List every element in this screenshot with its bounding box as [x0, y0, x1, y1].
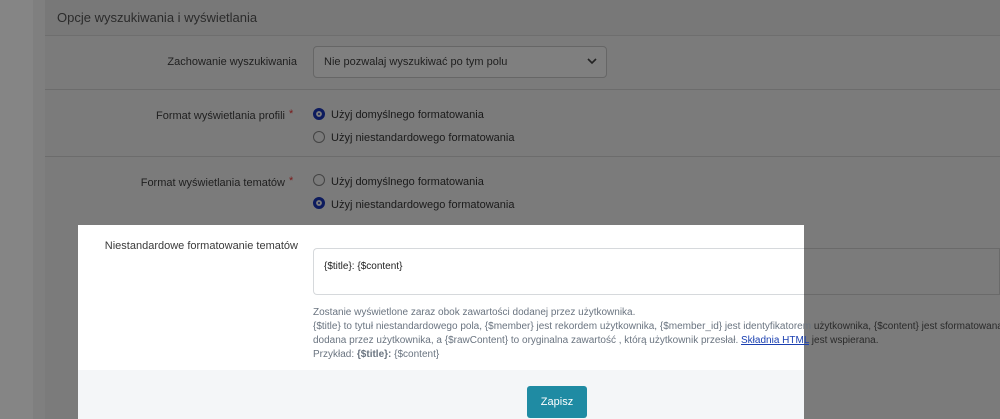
topic-format-required: *	[289, 175, 294, 187]
custom-topic-format-label: Niestandardowe formatowanie tematów	[104, 240, 298, 252]
profile-format-required: *	[289, 108, 294, 120]
form-footer	[78, 370, 804, 419]
example-content: {$content}	[394, 349, 440, 360]
help-line-2: {$title} to tytuł niestandardowego pola,…	[313, 321, 1000, 332]
profile-format-custom-radio[interactable]	[313, 131, 325, 143]
topic-format-custom-label: Użyj niestandardowego formatowania	[331, 199, 515, 211]
topic-format-label: Format wyświetlania tematów	[140, 177, 285, 189]
search-behavior-label: Zachowanie wyszukiwania	[167, 56, 297, 68]
help-line-3-post: jest wspierana.	[811, 335, 879, 346]
html-syntax-link[interactable]: Składnia HTML	[741, 335, 809, 346]
help-line-1: Zostanie wyświetlone zaraz obok zawartoś…	[313, 307, 636, 318]
search-behavior-select[interactable]: Nie pozwalaj wyszukiwać po tym polu	[313, 46, 607, 78]
row-divider	[45, 89, 1000, 90]
textarea-overflow	[804, 248, 1000, 295]
profile-format-label: Format wyświetlania profili	[156, 110, 285, 122]
custom-topic-format-textarea[interactable]: {$title}: {$content}	[313, 248, 804, 295]
profile-format-custom-label: Użyj niestandardowego formatowania	[331, 132, 515, 144]
search-behavior-value: Nie pozwalaj wyszukiwać po tym polu	[324, 56, 508, 68]
save-button[interactable]: Zapisz	[527, 386, 587, 418]
profile-format-default-label: Użyj domyślnego formatowania	[331, 109, 484, 121]
panel-title: Opcje wyszukiwania i wyświetlania	[57, 10, 258, 25]
help-line-3: dodana przez użytkownika, a {$rawContent…	[313, 335, 879, 346]
help-line-2-right: użytkownika, {$content} jest sformatowan…	[813, 321, 1000, 332]
row-divider	[45, 156, 1000, 157]
topic-format-default-label: Użyj domyślnego formatowania	[331, 176, 484, 188]
topic-format-default-radio[interactable]	[313, 174, 325, 186]
help-line-3-pre: dodana przez użytkownika, a {$rawContent…	[313, 335, 739, 346]
help-example: Przykład: {$title}: {$content}	[313, 349, 439, 360]
help-line-2-left: {$title} to tytuł niestandardowego pola,…	[313, 321, 812, 332]
outer-gutter	[33, 0, 45, 419]
example-title: {$title}:	[356, 349, 392, 360]
topic-format-custom-radio[interactable]	[313, 197, 325, 209]
profile-format-default-radio[interactable]	[313, 108, 325, 120]
outer-sidebar	[0, 0, 33, 419]
example-label: Przykład:	[313, 349, 355, 360]
chevron-down-icon	[587, 58, 597, 65]
